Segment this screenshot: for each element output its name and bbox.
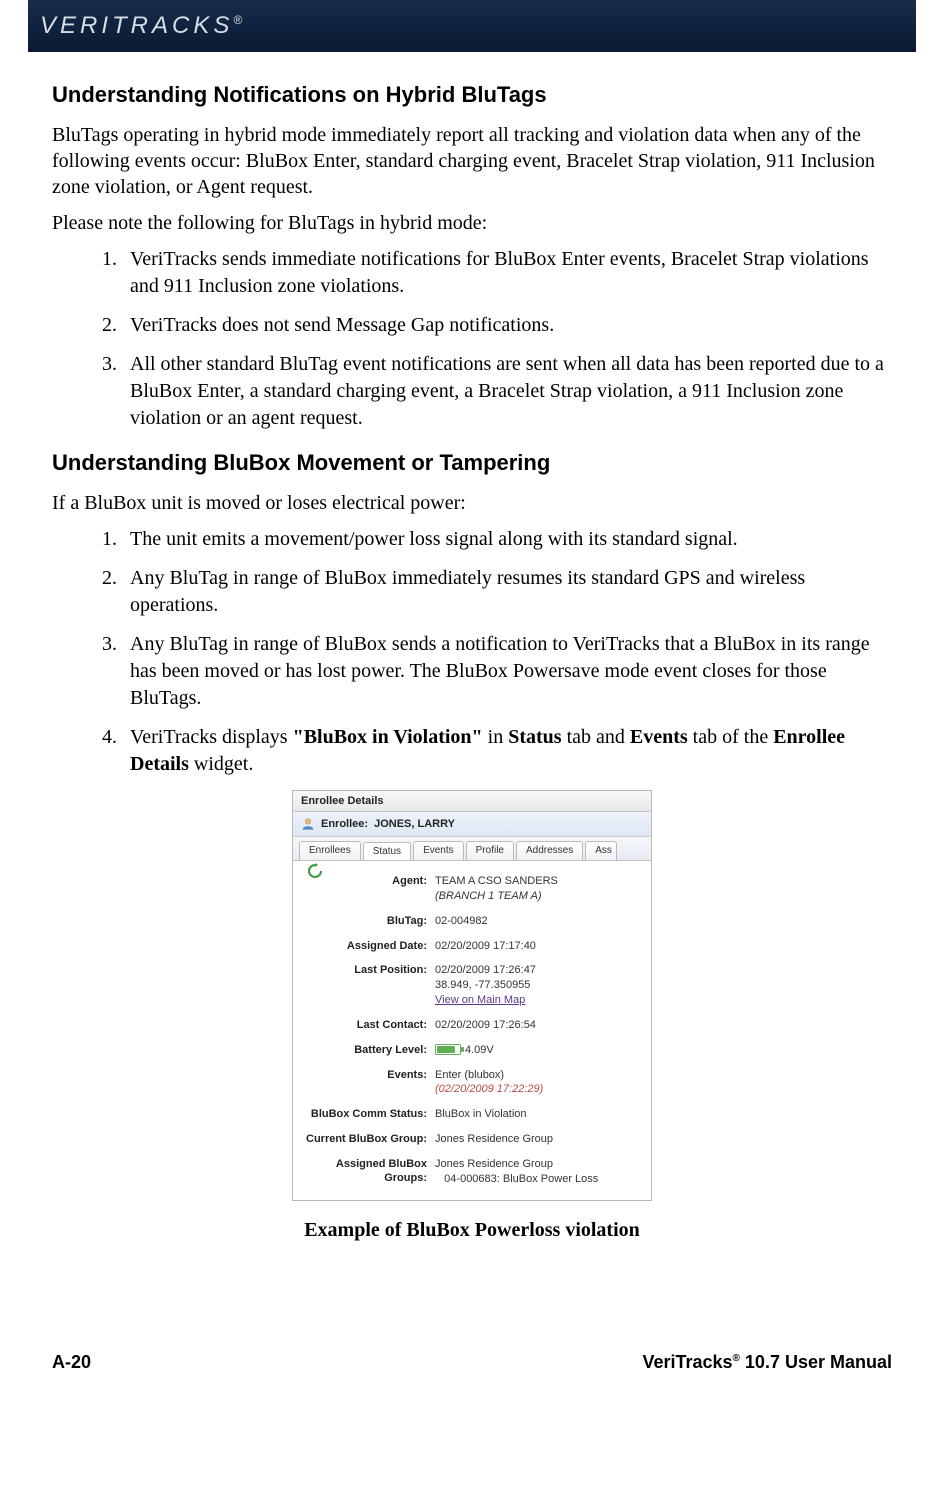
enrollee-details-widget: Enrollee Details Enrollee: JONES, LARRY … — [292, 790, 652, 1201]
footer-prefix: VeriTracks — [642, 1352, 732, 1372]
field-last-position: Last Position: 02/20/2009 17:26:47 38.94… — [293, 958, 651, 1013]
lastpos-line2: 38.949, -77.350955 — [435, 979, 530, 991]
tab-addresses[interactable]: Addresses — [516, 841, 583, 860]
value-agent: TEAM A CSO SANDERS (BRANCH 1 TEAM A) — [435, 874, 641, 904]
label-assigned-groups: Assigned BluBox Groups: — [293, 1157, 435, 1187]
events-line1: Enter (blubox) — [435, 1069, 504, 1081]
fields: Agent: TEAM A CSO SANDERS (BRANCH 1 TEAM… — [293, 861, 651, 1200]
agroups-line2: 04-000683: BluBox Power Loss — [444, 1173, 598, 1185]
tab-status[interactable]: Status — [363, 842, 411, 861]
field-blutag: BluTag: 02-004982 — [293, 909, 651, 934]
events-line2: (02/20/2009 17:22:29) — [435, 1083, 543, 1095]
label-last-position: Last Position: — [293, 963, 435, 1008]
value-last-contact: 02/20/2009 17:26:54 — [435, 1018, 641, 1033]
fields-wrap: Agent: TEAM A CSO SANDERS (BRANCH 1 TEAM… — [293, 861, 651, 1200]
s2i4-b2: Status — [508, 726, 561, 748]
field-blubox-comm: BluBox Comm Status: BluBox in Violation — [293, 1102, 651, 1127]
label-battery: Battery Level: — [293, 1043, 435, 1058]
field-events: Events: Enter (blubox) (02/20/2009 17:22… — [293, 1063, 651, 1103]
value-assigned-date: 02/20/2009 17:17:40 — [435, 939, 641, 954]
s2i4-b3: Events — [630, 726, 688, 748]
section2-item-4: VeriTracks displays "BluBox in Violation… — [122, 724, 892, 778]
section2-list: The unit emits a movement/power loss sig… — [52, 526, 892, 778]
person-icon — [301, 817, 315, 831]
battery-text: 4.09V — [465, 1044, 494, 1056]
agroups-line1: Jones Residence Group — [435, 1158, 553, 1170]
agent-line1: TEAM A CSO SANDERS — [435, 875, 558, 887]
s2i4-b1: "BluBox in Violation" — [293, 726, 483, 748]
s2i4-m3: tab of the — [688, 726, 774, 748]
section1-item-1: VeriTracks sends immediate notifications… — [122, 246, 892, 300]
value-last-position: 02/20/2009 17:26:47 38.949, -77.350955 V… — [435, 963, 641, 1008]
label-blutag: BluTag: — [293, 914, 435, 929]
footer-page-number: A-20 — [52, 1352, 91, 1373]
footer-manual-title: VeriTracks® 10.7 User Manual — [642, 1352, 892, 1373]
value-battery: 4.09V — [435, 1043, 641, 1058]
field-battery: Battery Level: 4.09V — [293, 1038, 651, 1063]
tab-truncated[interactable]: Ass — [585, 841, 617, 860]
lastpos-line1: 02/20/2009 17:26:47 — [435, 964, 536, 976]
tab-profile[interactable]: Profile — [466, 841, 514, 860]
s2i4-prefix: VeriTracks displays — [130, 726, 293, 748]
section1-list: VeriTracks sends immediate notifications… — [52, 246, 892, 432]
tab-events[interactable]: Events — [413, 841, 464, 860]
page-footer: A-20 VeriTracks® 10.7 User Manual — [0, 1352, 944, 1373]
tabs-row: Enrollees Status Events Profile Addresse… — [293, 837, 651, 861]
value-blubox-comm: BluBox in Violation — [435, 1107, 641, 1122]
section1-para2: Please note the following for BluTags in… — [52, 210, 892, 236]
section2-para1: If a BluBox unit is moved or loses elect… — [52, 490, 892, 516]
battery-icon — [435, 1044, 461, 1055]
logo-text: VERITRACKS — [40, 12, 233, 39]
view-on-main-map-link[interactable]: View on Main Map — [435, 994, 525, 1006]
veritracks-logo: VERITRACKS® — [40, 12, 242, 40]
figure-wrap: Enrollee Details Enrollee: JONES, LARRY … — [52, 790, 892, 1242]
value-blutag: 02-004982 — [435, 914, 641, 929]
label-assigned-date: Assigned Date: — [293, 939, 435, 954]
footer-reg: ® — [733, 1353, 740, 1364]
footer-suffix: 10.7 User Manual — [740, 1352, 892, 1372]
section2-item-3: Any BluTag in range of BluBox sends a no… — [122, 631, 892, 712]
section2-item-2: Any BluTag in range of BluBox immediatel… — [122, 565, 892, 619]
field-assigned-date: Assigned Date: 02/20/2009 17:17:40 — [293, 934, 651, 959]
label-blubox-comm: BluBox Comm Status: — [293, 1107, 435, 1122]
widget-title: Enrollee Details — [293, 791, 651, 812]
figure-caption: Example of BluBox Powerloss violation — [304, 1219, 640, 1242]
s2i4-suffix: widget. — [189, 753, 253, 775]
enrollee-name: JONES, LARRY — [374, 818, 455, 830]
section1-item-3: All other standard BluTag event notifica… — [122, 351, 892, 432]
label-events: Events: — [293, 1068, 435, 1098]
section2-item-1: The unit emits a movement/power loss sig… — [122, 526, 892, 553]
value-assigned-groups: Jones Residence Group 04-000683: BluBox … — [435, 1157, 641, 1187]
field-agent: Agent: TEAM A CSO SANDERS (BRANCH 1 TEAM… — [293, 869, 651, 909]
s2i4-m2: tab and — [562, 726, 630, 748]
refresh-icon[interactable] — [307, 863, 323, 879]
section1-item-2: VeriTracks does not send Message Gap not… — [122, 312, 892, 339]
page: VERITRACKS® Understanding Notifications … — [0, 0, 944, 1403]
field-current-group: Current BluBox Group: Jones Residence Gr… — [293, 1127, 651, 1152]
content-area: Understanding Notifications on Hybrid Bl… — [0, 82, 944, 1242]
header-banner: VERITRACKS® — [28, 0, 916, 52]
section2-title: Understanding BluBox Movement or Tamperi… — [52, 450, 892, 476]
s2i4-m1: in — [483, 726, 509, 748]
section1-title: Understanding Notifications on Hybrid Bl… — [52, 82, 892, 108]
agent-line2: (BRANCH 1 TEAM A) — [435, 890, 542, 902]
value-events: Enter (blubox) (02/20/2009 17:22:29) — [435, 1068, 641, 1098]
label-current-group: Current BluBox Group: — [293, 1132, 435, 1147]
label-last-contact: Last Contact: — [293, 1018, 435, 1033]
enrollee-label: Enrollee: — [321, 818, 368, 830]
value-current-group: Jones Residence Group — [435, 1132, 641, 1147]
tab-enrollees[interactable]: Enrollees — [299, 841, 361, 860]
enrollee-row: Enrollee: JONES, LARRY — [293, 812, 651, 837]
field-last-contact: Last Contact: 02/20/2009 17:26:54 — [293, 1013, 651, 1038]
field-assigned-groups: Assigned BluBox Groups: Jones Residence … — [293, 1152, 651, 1192]
logo-registered: ® — [233, 13, 242, 27]
section1-para1: BluTags operating in hybrid mode immedia… — [52, 122, 892, 200]
